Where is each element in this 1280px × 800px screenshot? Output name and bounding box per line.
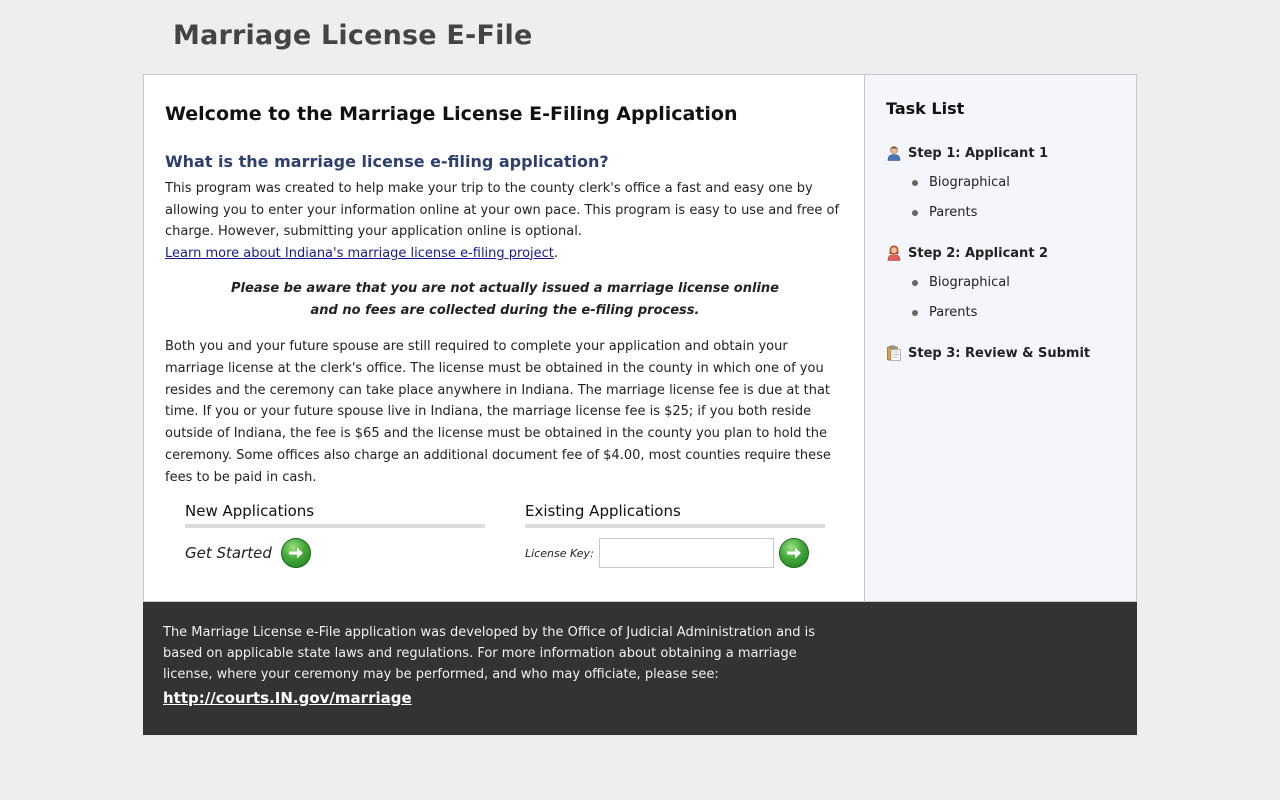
welcome-title: Welcome to the Marriage License E-Filing… — [165, 103, 738, 125]
license-key-submit-button[interactable] — [778, 538, 809, 568]
existing-applications-heading: Existing Applications — [525, 502, 825, 528]
details-paragraph: Both you and your future spouse are stil… — [165, 339, 831, 485]
step-2-biographical[interactable]: Biographical — [912, 275, 1010, 290]
step-applicant-2[interactable]: Step 2: Applicant 2 — [886, 245, 1048, 261]
step-2-label: Step 2: Applicant 2 — [908, 245, 1049, 261]
step-1-item-label: Biographical — [929, 175, 1010, 190]
bullet-icon — [912, 309, 918, 316]
footer-text: The Marriage License e-File application … — [163, 625, 816, 682]
applicant-female-icon — [887, 245, 901, 261]
step-3-label: Step 3: Review & Submit — [908, 345, 1091, 361]
footer: The Marriage License e-File application … — [143, 602, 1137, 735]
footer-marriage-link[interactable]: http://courts.IN.gov/marriage — [163, 689, 412, 707]
applicant-male-icon — [887, 146, 901, 161]
notice-paragraph: Please be aware that you are not actuall… — [165, 278, 845, 321]
main-panel: Welcome to the Marriage License E-Filing… — [144, 75, 865, 601]
step-2-parents[interactable]: Parents — [912, 305, 977, 320]
new-applications-section: New Applications Get Started — [185, 502, 485, 568]
get-started-row: Get Started — [185, 538, 311, 568]
bullet-icon — [912, 279, 918, 286]
step-1-item-label: Parents — [929, 205, 978, 220]
new-applications-heading: New Applications — [185, 502, 485, 528]
license-key-label: License Key: — [525, 546, 594, 560]
arrow-right-icon — [288, 547, 303, 559]
step-2-item-label: Biographical — [929, 275, 1010, 290]
site-title: Marriage License E-File — [173, 20, 533, 51]
bullet-icon — [912, 179, 918, 186]
notice-line-1: Please be aware that you are not actuall… — [231, 281, 779, 296]
step-applicant-1[interactable]: Step 1: Applicant 1 — [886, 145, 1048, 161]
content-frame: Welcome to the Marriage License E-Filing… — [143, 74, 1137, 602]
existing-applications-section: Existing Applications License Key: — [525, 502, 825, 568]
intro-text: This program was created to help make yo… — [165, 181, 840, 240]
step-review-submit[interactable]: Step 3: Review & Submit — [886, 345, 1090, 361]
license-key-row: License Key: — [525, 538, 809, 568]
bullet-icon — [912, 209, 918, 216]
learn-more-link[interactable]: Learn more about Indiana's marriage lice… — [165, 246, 554, 261]
arrow-right-icon — [786, 547, 801, 559]
task-list-title: Task List — [886, 99, 965, 118]
clipboard-icon — [887, 345, 901, 361]
get-started-button[interactable] — [280, 538, 311, 568]
step-1-label: Step 1: Applicant 1 — [908, 145, 1049, 161]
notice-line-2: and no fees are collected during the e-f… — [310, 302, 700, 318]
step-1-parents[interactable]: Parents — [912, 205, 977, 220]
step-2-item-label: Parents — [929, 305, 978, 320]
task-list-sidebar: Task List Step 1: Applicant 1 Biographic… — [865, 75, 1136, 601]
what-is-heading: What is the marriage license e-filing ap… — [165, 152, 609, 171]
license-key-input[interactable] — [598, 538, 774, 568]
get-started-label[interactable]: Get Started — [185, 544, 272, 562]
intro-paragraph: This program was created to help make yo… — [165, 181, 840, 261]
step-1-biographical[interactable]: Biographical — [912, 175, 1010, 190]
